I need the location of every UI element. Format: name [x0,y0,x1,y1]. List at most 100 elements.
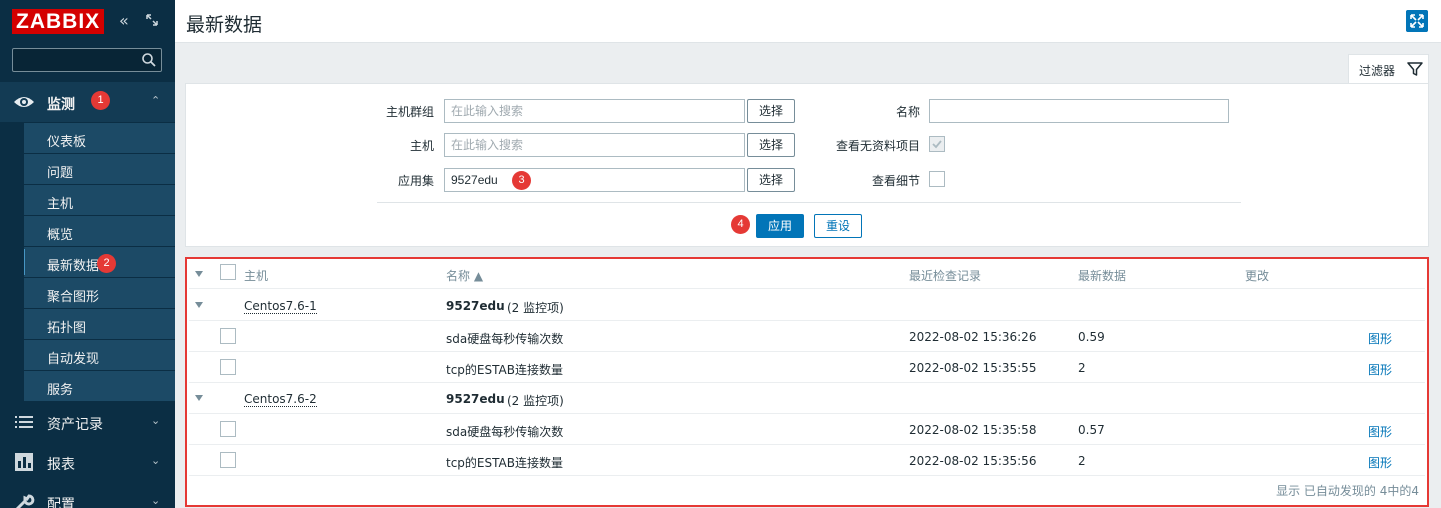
table-group-row: Centos7.6-1 9527edu (2 监控项) [189,290,1425,321]
graph-link[interactable]: 图形 [1368,454,1392,471]
host-label: 主机 [409,139,434,153]
chevron-down-icon: ⌄ [151,494,161,507]
sidebar-search-input[interactable] [12,48,162,72]
wrench-icon [15,494,35,508]
host-group-select-button[interactable]: 选择 [747,99,795,123]
column-header-last-value: 最新数据 [1078,269,1127,283]
collapse-group-icon[interactable] [195,395,203,401]
application-item-count: (2 监控项) [507,394,564,408]
menu-inventory[interactable]: 资产记录 ⌄ [0,402,175,442]
search-icon[interactable] [141,52,157,68]
filter-panel: 主机群组 在此输入搜索 选择 主机 在此输入搜索 选择 应用集 9527edu … [185,83,1429,247]
sidebar: ZABBIX « 监测 1 ⌃ 仪表板 问题 主机 概览 最新数据 2 聚合图形 … [0,0,175,508]
host-select-button[interactable]: 选择 [747,133,795,157]
host-group-label: 主机群组 [385,105,434,119]
zabbix-logo[interactable]: ZABBIX [12,9,105,34]
application-input-value: 9527edu [451,173,498,187]
monitoring-submenu: 仪表板 问题 主机 概览 最新数据 2 聚合图形 拓扑图 自动发现 服务 [0,123,175,402]
host-link[interactable]: Centos7.6-2 [244,392,317,407]
table-group-row: Centos7.6-2 9527edu (2 监控项) [189,383,1425,414]
page-title: 最新数据 [186,14,263,36]
sidebar-item-overview[interactable]: 概览 [0,216,175,247]
application-input[interactable]: 9527edu [444,168,745,192]
host-link[interactable]: Centos7.6-1 [244,299,317,314]
application-name: 9527edu [446,299,505,313]
sidebar-item-dashboard[interactable]: 仪表板 [0,123,175,154]
item-last-value: 0.59 [1078,330,1105,344]
row-checkbox[interactable] [220,359,236,375]
select-all-checkbox[interactable] [220,264,236,280]
reset-button[interactable]: 重设 [814,214,862,238]
double-chevron-left-icon[interactable]: « [119,12,129,30]
row-checkbox[interactable] [220,421,236,437]
list-icon [15,416,33,428]
application-item-count: (2 监控项) [507,301,564,315]
column-header-host[interactable]: 主机 [244,267,268,284]
item-name: sda硬盘每秒传输次数 [446,332,564,346]
chevron-down-icon: ⌄ [151,454,161,467]
application-name: 9527edu [446,392,505,406]
filter-icon [1407,62,1423,76]
sidebar-item-latest-data[interactable]: 最新数据 2 [0,247,175,278]
table-row: sda硬盘每秒传输次数 2022-08-02 15:36:26 0.59 图形 [189,321,1425,352]
filter-tab[interactable]: 过滤器 [1348,54,1429,84]
item-last-check: 2022-08-02 15:35:58 [909,423,1037,437]
annotation-badge-3: 3 [512,171,531,190]
name-label: 名称 [895,105,920,119]
sidebar-item-screens[interactable]: 聚合图形 [0,278,175,309]
host-group-input[interactable]: 在此输入搜索 [444,99,745,123]
column-header-name[interactable]: 名称 ▲ [446,267,483,284]
fullscreen-icon[interactable] [1406,10,1428,32]
menu-reports[interactable]: 报表 ⌄ [0,442,175,482]
checkmark-icon [932,140,942,149]
item-last-check: 2022-08-02 15:35:56 [909,454,1037,468]
item-last-check: 2022-08-02 15:36:26 [909,330,1037,344]
show-items-without-data-label: 查看无资料项目 [835,139,920,153]
item-last-value: 2 [1078,361,1086,375]
menu-configuration-label: 配置 [47,497,75,508]
graph-link[interactable]: 图形 [1368,361,1392,378]
chevron-down-icon: ⌄ [151,414,161,427]
item-name: sda硬盘每秒传输次数 [446,425,564,439]
table-row: sda硬盘每秒传输次数 2022-08-02 15:35:58 0.57 图形 [189,414,1425,445]
graph-link[interactable]: 图形 [1368,423,1392,440]
show-items-without-data-checkbox[interactable] [929,136,945,152]
name-input[interactable] [929,99,1229,123]
menu-configuration[interactable]: 配置 ⌄ [0,482,175,508]
latest-data-table: 主机 名称 ▲ 最近检查记录 最新数据 更改 Centos7.6-1 9527e… [185,257,1429,507]
annotation-badge-2: 2 [97,254,116,273]
menu-inventory-label: 资产记录 [47,417,103,433]
menu-reports-label: 报表 [47,457,75,473]
annotation-badge-1: 1 [91,91,110,110]
kiosk-mode-icon[interactable] [146,14,158,26]
graph-link[interactable]: 图形 [1368,330,1392,347]
show-details-checkbox[interactable] [929,171,945,187]
page-header [175,0,1441,43]
menu-monitoring-label: 监测 [47,97,75,113]
row-checkbox[interactable] [220,452,236,468]
collapse-all-icon[interactable] [195,271,203,277]
menu-monitoring[interactable]: 监测 1 ⌃ [0,82,175,122]
annotation-badge-4: 4 [731,215,750,234]
host-input[interactable]: 在此输入搜索 [444,133,745,157]
application-select-button[interactable]: 选择 [747,168,795,192]
item-name: tcp的ESTAB连接数量 [446,456,563,470]
column-header-change: 更改 [1245,269,1270,283]
eye-icon [14,97,34,107]
sidebar-item-services[interactable]: 服务 [0,371,175,402]
item-last-value: 0.57 [1078,423,1105,437]
column-header-last-check: 最近检查记录 [909,269,982,283]
sidebar-item-problems[interactable]: 问题 [0,154,175,185]
sidebar-item-hosts[interactable]: 主机 [0,185,175,216]
filter-tab-label: 过滤器 [1359,64,1396,78]
table-row: tcp的ESTAB连接数量 2022-08-02 15:35:56 2 图形 [189,445,1425,476]
apply-button[interactable]: 应用 [756,214,804,238]
collapse-group-icon[interactable] [195,302,203,308]
sidebar-item-discovery[interactable]: 自动发现 [0,340,175,371]
row-checkbox[interactable] [220,328,236,344]
item-last-check: 2022-08-02 15:35:55 [909,361,1037,375]
application-label: 应用集 [397,174,434,188]
logo-row: ZABBIX « [0,0,175,42]
filter-divider [377,202,1241,203]
sidebar-item-maps[interactable]: 拓扑图 [0,309,175,340]
